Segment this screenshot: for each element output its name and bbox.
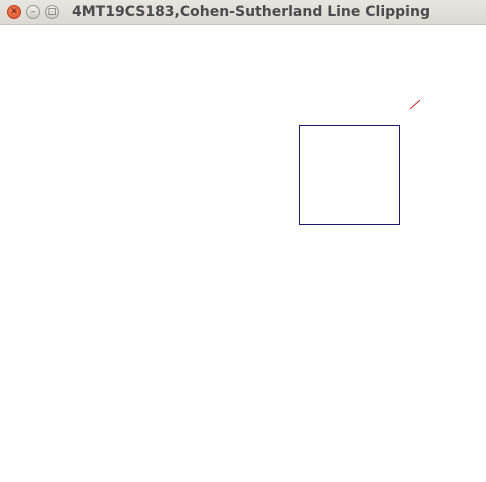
close-button[interactable]: ✕ xyxy=(7,5,21,19)
minimize-button[interactable]: – xyxy=(26,5,40,19)
app-window: ✕ – □ 4MT19CS183,Cohen-Sutherland Line C… xyxy=(0,0,486,482)
drawing-canvas xyxy=(0,25,486,482)
window-title: 4MT19CS183,Cohen-Sutherland Line Clippin… xyxy=(72,4,430,20)
maximize-button[interactable]: □ xyxy=(45,5,59,19)
canvas-svg xyxy=(299,99,421,225)
title-bar[interactable]: ✕ – □ 4MT19CS183,Cohen-Sutherland Line C… xyxy=(0,0,486,25)
line-segment xyxy=(409,99,421,110)
clipping-window xyxy=(299,125,400,225)
maximize-icon: □ xyxy=(47,6,57,17)
close-icon: ✕ xyxy=(10,6,18,17)
minimize-icon: – xyxy=(30,6,36,17)
